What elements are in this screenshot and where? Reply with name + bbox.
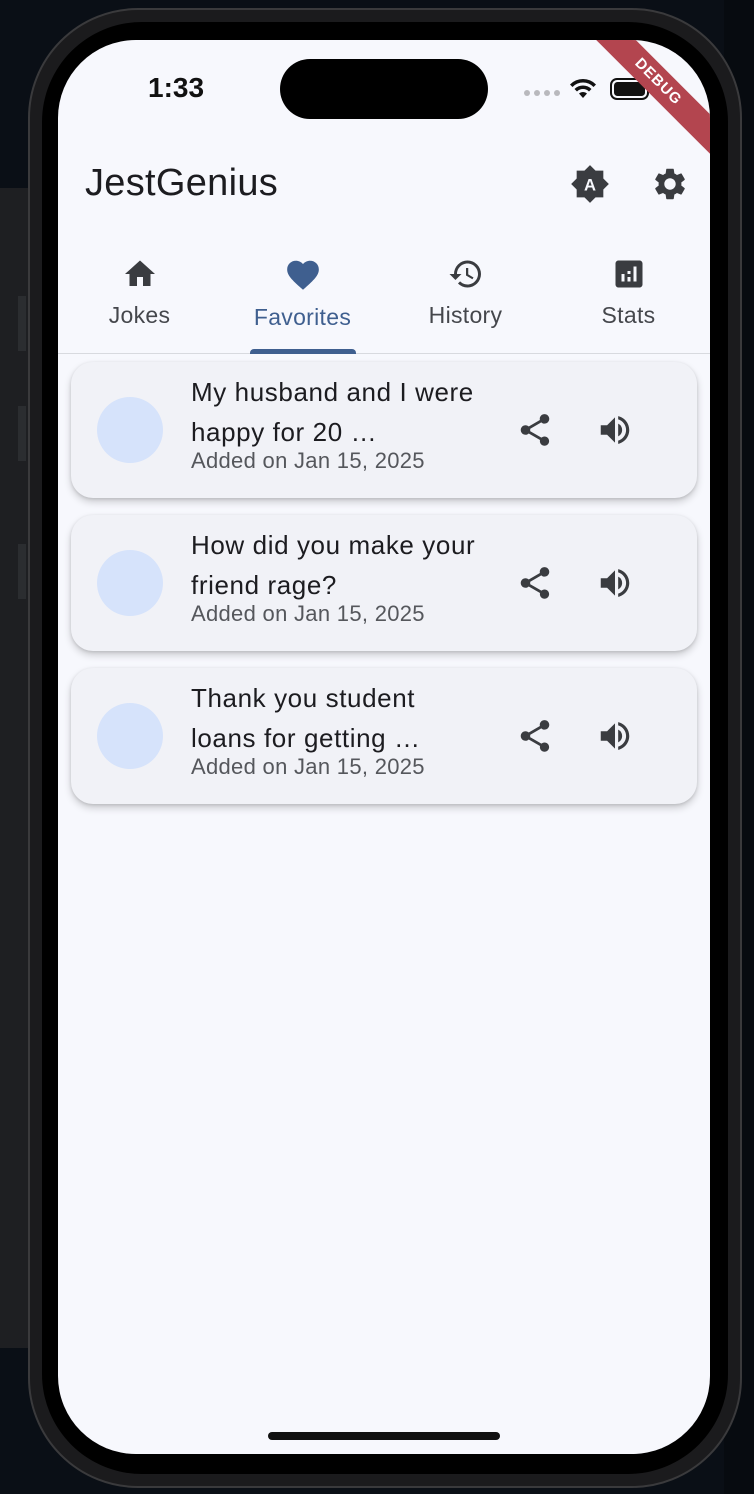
- added-date: Added on Jan 15, 2025: [191, 754, 425, 779]
- app-screen: 1:33 DEBUG JestGenius A Jokes Favorites …: [58, 40, 710, 1454]
- tab-jokes[interactable]: Jokes: [58, 240, 221, 353]
- tab-jokes-label: Jokes: [108, 302, 171, 328]
- tab-history-label: History: [428, 302, 503, 328]
- dynamic-island: [280, 59, 488, 119]
- theme-toggle-button[interactable]: A: [564, 158, 616, 210]
- active-tab-indicator: [249, 349, 356, 354]
- tab-stats-label: Stats: [601, 302, 656, 328]
- share-icon: [520, 720, 550, 752]
- home-indicator[interactable]: [268, 1432, 500, 1440]
- share-button[interactable]: [511, 712, 559, 760]
- avatar: [97, 703, 163, 769]
- joke-title: How did you make your friend rage?: [191, 530, 476, 600]
- heart-icon: [286, 260, 319, 290]
- status-time: 1:33: [148, 72, 205, 103]
- list-item[interactable]: Thank you student loans for getting … Ad…: [71, 668, 697, 804]
- home-icon: [124, 260, 155, 286]
- bar-chart-icon: [615, 260, 642, 288]
- list-item[interactable]: My husband and I were happy for 20 … Add…: [71, 362, 697, 498]
- avatar: [97, 550, 163, 616]
- background-ide-marker: [18, 296, 26, 351]
- share-icon: [520, 567, 550, 599]
- joke-title: Thank you student loans for getting …: [191, 683, 421, 753]
- tab-favorites[interactable]: Favorites: [221, 240, 384, 354]
- speak-button[interactable]: [591, 712, 639, 760]
- wifi-icon: [570, 78, 596, 98]
- tab-bar: Jokes Favorites History Stats: [58, 240, 710, 354]
- list-item[interactable]: How did you make your friend rage? Added…: [71, 515, 697, 651]
- svg-text:A: A: [584, 176, 596, 195]
- added-date: Added on Jan 15, 2025: [191, 601, 425, 626]
- volume-up-icon: [600, 416, 630, 444]
- background-ide-marker: [18, 406, 26, 461]
- joke-title: My husband and I were happy for 20 …: [191, 377, 474, 447]
- speak-button[interactable]: [591, 406, 639, 454]
- favorites-list: My husband and I were happy for 20 … Add…: [71, 362, 697, 821]
- share-button[interactable]: [511, 406, 559, 454]
- share-button[interactable]: [511, 559, 559, 607]
- share-icon: [520, 414, 550, 446]
- tab-stats[interactable]: Stats: [547, 240, 710, 353]
- avatar: [97, 397, 163, 463]
- background-ide-panel: [0, 188, 30, 1348]
- tab-favorites-label: Favorites: [253, 304, 352, 330]
- speak-button[interactable]: [591, 559, 639, 607]
- settings-button[interactable]: [644, 158, 696, 210]
- brightness-auto-icon: A: [571, 165, 609, 203]
- volume-up-icon: [600, 722, 630, 750]
- volume-up-icon: [600, 569, 630, 597]
- cellular-signal-icon: [524, 90, 560, 96]
- added-date: Added on Jan 15, 2025: [191, 448, 425, 473]
- history-icon: [449, 260, 481, 288]
- tab-history[interactable]: History: [384, 240, 547, 353]
- app-title: JestGenius: [85, 162, 279, 204]
- gear-icon: [655, 168, 685, 200]
- background-ide-marker: [18, 544, 26, 599]
